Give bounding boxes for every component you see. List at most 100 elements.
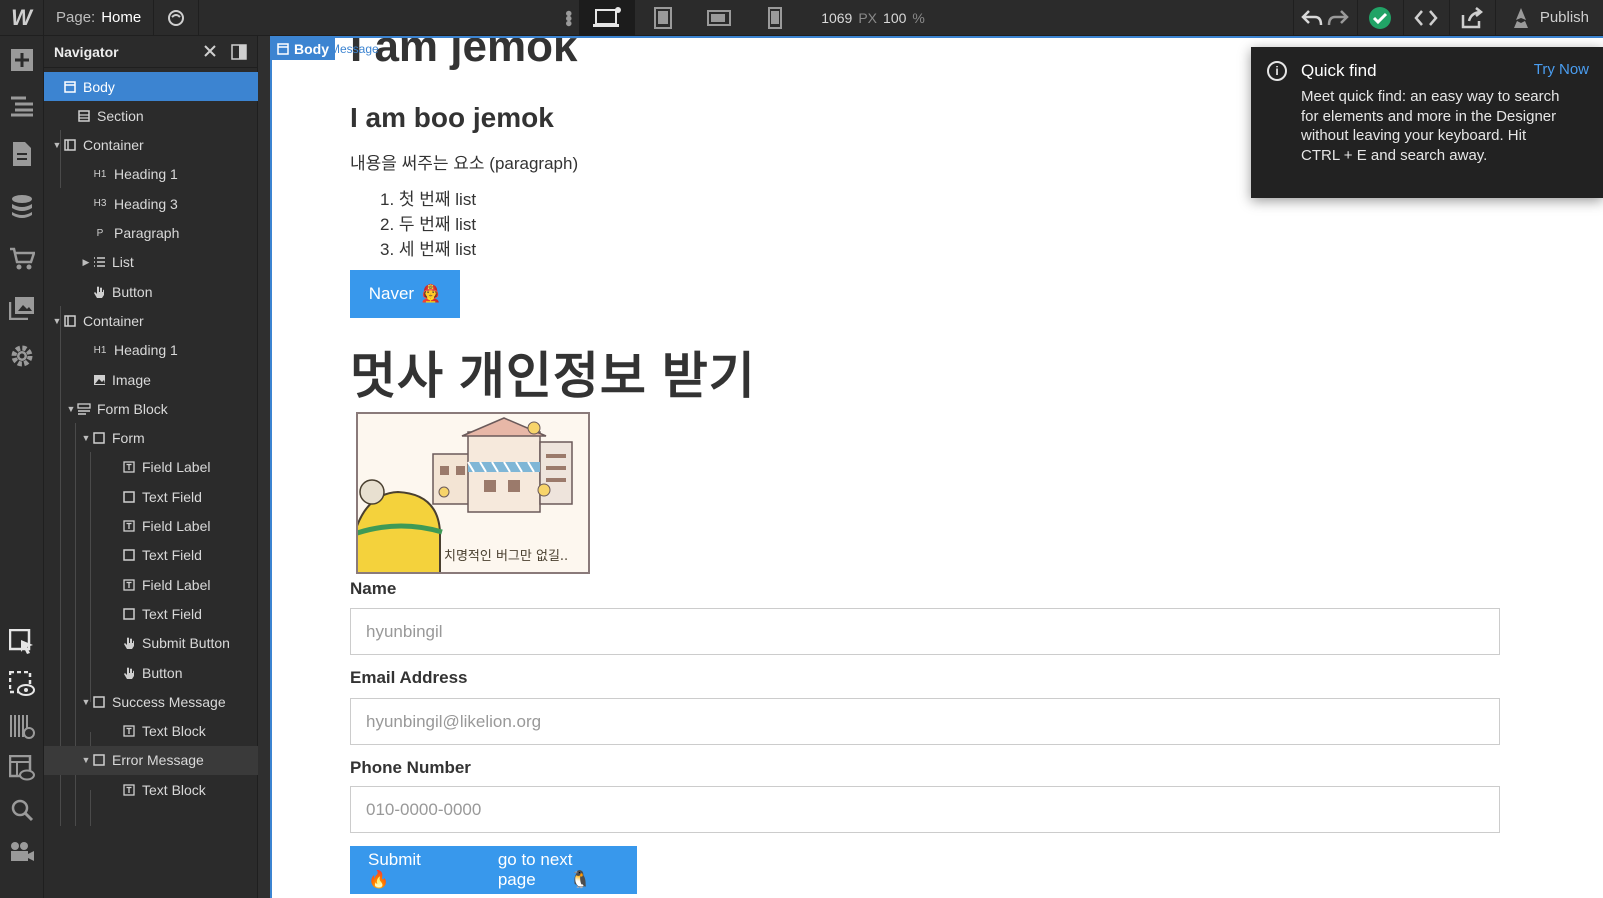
box-icon — [121, 489, 137, 505]
cartoon-image[interactable]: 치명적인 버그만 없길.. — [356, 412, 590, 574]
text-block-icon — [121, 723, 137, 739]
audit-barcode-icon[interactable] — [8, 712, 36, 740]
heading-icon: H1 — [93, 168, 107, 180]
paragraph[interactable]: 내용을 써주는 요소 (paragraph) — [350, 149, 578, 174]
navigator-item-error-message[interactable]: ▼ Error Message — [44, 745, 258, 775]
navigator-item-label: Container — [83, 312, 144, 329]
undo-icon[interactable] — [1301, 9, 1323, 27]
dock-panel-icon[interactable] — [231, 43, 247, 60]
search-icon[interactable] — [8, 796, 36, 824]
navigator-item-submit-button[interactable]: Submit Button — [44, 629, 258, 658]
code-export-icon[interactable] — [1402, 0, 1449, 36]
navigator-item-form-block[interactable]: ▼ Form Block — [44, 394, 258, 423]
next-page-button[interactable]: go to next page 🐧 — [498, 850, 637, 890]
desktop-breakpoint-icon[interactable] — [579, 0, 636, 36]
heading-1-second[interactable]: 멋사 개인정보 받기 — [350, 336, 756, 408]
share-icon[interactable] — [1448, 0, 1495, 36]
tablet-breakpoint-icon[interactable] — [635, 0, 691, 36]
navigator-item-heading-1[interactable]: H1 Heading 1 — [44, 160, 258, 189]
email-field[interactable]: hyunbingil@likelion.org — [350, 698, 1500, 745]
navigator-item-field-label[interactable]: Field Label — [44, 570, 258, 599]
list-item: 1. 첫 번째 list — [380, 190, 477, 209]
page-selector[interactable]: Page: Home — [44, 0, 153, 36]
redo-icon[interactable] — [1327, 9, 1350, 27]
collapse-caret-icon[interactable]: ▼ — [81, 433, 91, 443]
ordered-list[interactable]: 1. 첫 번째 list 2. 두 번째 list 3. 세 번째 list — [350, 185, 476, 260]
preview-selection-icon[interactable] — [8, 670, 36, 698]
top-bar: W Page: Home ••• 1069 PX 100 % Publish — [0, 0, 1603, 36]
settings-gear-icon[interactable] — [8, 342, 36, 370]
navigator-item-form[interactable]: ▼ Form — [44, 424, 258, 453]
preview-eye-icon[interactable] — [153, 0, 200, 36]
phone-field[interactable]: 010-0000-0000 — [350, 786, 1500, 833]
navigator-item-body[interactable]: Body — [44, 72, 258, 101]
add-elements-icon[interactable] — [8, 46, 36, 74]
heading-icon: H3 — [93, 198, 107, 210]
navigator-item-text-field[interactable]: Text Field — [44, 541, 258, 570]
box-icon — [91, 752, 107, 768]
navigator-item-heading-3[interactable]: H3 Heading 3 — [44, 189, 258, 218]
navigator-item-image[interactable]: Image — [44, 365, 258, 394]
try-now-link[interactable]: Try Now — [1534, 61, 1589, 78]
navigator-item-text-block[interactable]: Text Block — [44, 775, 258, 804]
list-item: 3. 세 번째 list — [380, 240, 477, 259]
expand-caret-icon[interactable]: ▶ — [81, 257, 91, 268]
navigator-item-label: Heading 3 — [114, 195, 178, 212]
fire-emoji-icon: 🔥 — [368, 870, 390, 889]
collapse-caret-icon[interactable]: ▼ — [81, 755, 91, 765]
mobile-landscape-breakpoint-icon[interactable] — [691, 0, 747, 36]
navigator-item-button[interactable]: Button — [44, 658, 258, 687]
collapse-caret-icon[interactable]: ▼ — [81, 697, 91, 707]
select-element-icon[interactable] — [8, 628, 36, 656]
navigator-title: Navigator — [54, 43, 119, 60]
navigator-item-container[interactable]: ▼ Container — [44, 306, 258, 335]
firefighter-emoji-icon: 🧑‍🚒 — [420, 284, 442, 303]
more-options-icon[interactable]: ••• — [549, 10, 579, 25]
box-icon — [121, 606, 137, 622]
mobile-portrait-breakpoint-icon[interactable] — [747, 0, 803, 36]
cms-database-icon[interactable] — [8, 193, 36, 221]
ecommerce-cart-icon[interactable] — [8, 244, 36, 272]
submit-button[interactable]: Submit🔥 — [368, 850, 464, 890]
naver-button[interactable]: Naver 🧑‍🚒 — [350, 270, 460, 318]
hand-pointer-icon — [121, 635, 137, 651]
heading-3[interactable]: I am boo jemok — [350, 102, 554, 134]
navigator-item-list[interactable]: ▶ List — [44, 248, 258, 277]
navigator-item-text-field[interactable]: Text Field — [44, 482, 258, 511]
canvas-size-readout[interactable]: 1069 PX 100 % — [803, 10, 943, 26]
navigator-item-button[interactable]: Button — [44, 277, 258, 306]
navigator-item-field-label[interactable]: Field Label — [44, 512, 258, 541]
publish-button[interactable]: Publish — [1494, 0, 1603, 36]
assets-icon[interactable] — [8, 294, 36, 322]
name-placeholder: hyunbingil — [366, 621, 443, 641]
navigator-item-text-field[interactable]: Text Field — [44, 599, 258, 628]
navigator-item-field-label[interactable]: Field Label — [44, 453, 258, 482]
email-label: Email Address — [350, 668, 468, 687]
body-selection-tag[interactable]: Body — [272, 38, 335, 60]
navigator-item-text-block[interactable]: Text Block — [44, 717, 258, 746]
image-icon — [91, 372, 107, 388]
heading-1[interactable]: I am jemok — [350, 38, 577, 72]
collapse-all-icon[interactable] — [203, 44, 217, 58]
page-label: Page: — [56, 9, 96, 26]
collapse-caret-icon[interactable]: ▼ — [52, 316, 62, 326]
style-preview-icon[interactable] — [8, 754, 36, 782]
navigator-icon[interactable] — [8, 92, 36, 120]
quick-find-toast: i Quick find Try Now Meet quick find: an… — [1251, 47, 1603, 198]
pages-icon[interactable] — [8, 140, 36, 168]
navigator-item-paragraph[interactable]: P Paragraph — [44, 219, 258, 248]
publish-label: Publish — [1539, 9, 1590, 26]
collapse-caret-icon[interactable]: ▼ — [66, 404, 76, 414]
video-tutorials-icon[interactable] — [8, 838, 36, 866]
collapse-caret-icon[interactable]: ▼ — [52, 140, 62, 150]
site-status-check-icon[interactable] — [1356, 0, 1403, 36]
name-field[interactable]: hyunbingil — [350, 608, 1500, 655]
navigator-item-success-message[interactable]: ▼ Success Message — [44, 687, 258, 716]
navigator-item-label: Form — [112, 430, 145, 447]
webflow-logo[interactable]: W — [0, 0, 44, 36]
navigator-item-section[interactable]: Section — [44, 101, 258, 130]
form-block-icon — [76, 401, 92, 417]
navigator-item-heading-1[interactable]: H1 Heading 1 — [44, 336, 258, 365]
navigator-item-container[interactable]: ▼ Container — [44, 131, 258, 160]
navigator-item-label: Field Label — [142, 518, 211, 534]
